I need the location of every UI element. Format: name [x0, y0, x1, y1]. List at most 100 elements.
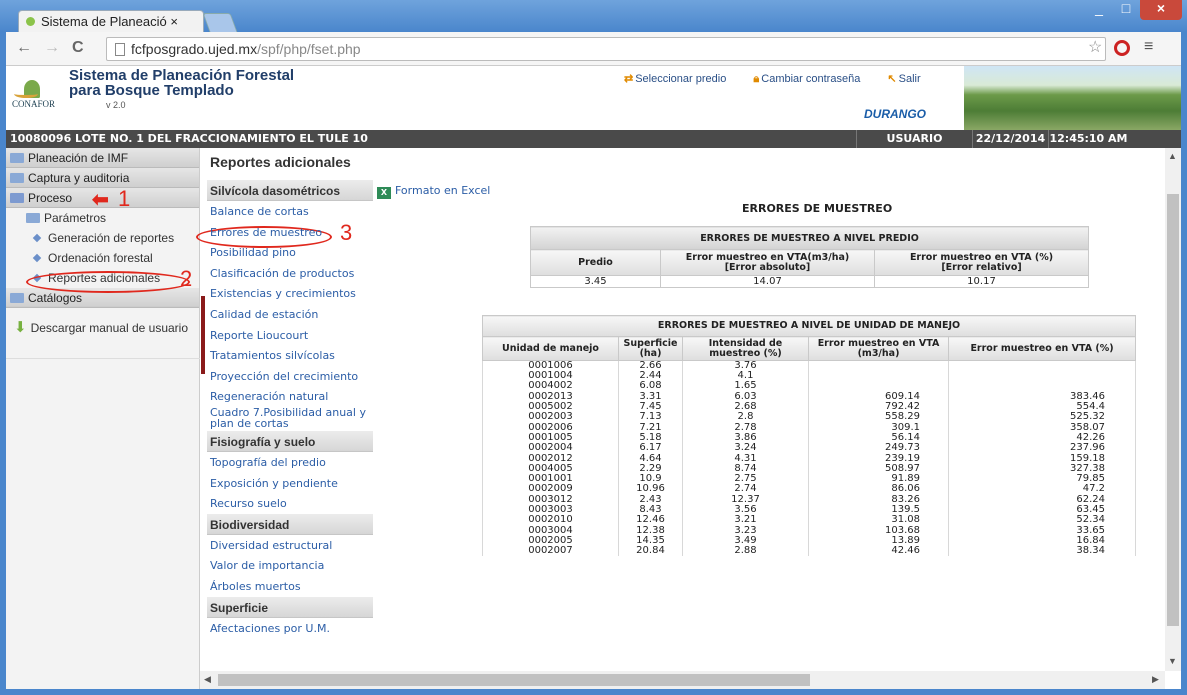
scroll-right-icon[interactable]: ▶ [1152, 674, 1159, 685]
scroll-up-icon[interactable]: ▲ [1168, 151, 1177, 161]
logo-text: CONAFOR [12, 99, 56, 109]
scroll-left-icon[interactable]: ◀ [204, 674, 211, 685]
app-title-line1: Sistema de Planeación Forestal [69, 67, 295, 84]
page: CONAFOR Sistema de Planeación Forestal p… [6, 66, 1181, 689]
table-row: 0001006 2.66 3.76 [482, 360, 1136, 371]
table-cell [808, 371, 949, 382]
change-password-link[interactable]: 🔒︎ Cambiar contraseña [753, 73, 872, 85]
table-cell: 6.17 [618, 443, 683, 454]
sidebar-group-planeacion[interactable]: Planeación de IMF [6, 148, 199, 168]
bookmark-star-icon[interactable]: ☆ [1088, 37, 1102, 57]
back-arrow-icon[interactable]: ← [16, 39, 32, 57]
nav-proyeccion[interactable]: Proyección del crecimiento [207, 366, 373, 387]
table-cell: 42.26 [948, 432, 1136, 444]
sidebar-item-generacion[interactable]: Generación de reportes [6, 228, 199, 248]
lote-label: 10080096 LOTE NO. 1 DEL FRACCIONAMIENTO … [10, 132, 368, 145]
download-manual-link[interactable]: ⬇ Descargar manual de usuario [14, 318, 188, 336]
nav-clasificacion-productos[interactable]: Clasificación de productos [207, 263, 373, 284]
minimize-button[interactable]: _ [1086, 0, 1112, 20]
nav-posibilidad-pino[interactable]: Posibilidad pino [207, 242, 373, 263]
horizontal-scroll-thumb[interactable] [218, 674, 810, 686]
nav-calidad-estacion[interactable]: Calidad de estación [207, 304, 373, 325]
url-input[interactable]: fcfposgrado.ujed.mx/spf/php/fset.php [106, 37, 1106, 61]
logout-link[interactable]: ↖ Salir [887, 73, 932, 85]
excel-export-link[interactable]: X Formato en Excel [377, 184, 490, 199]
col-header-error-m3: Error muestreo en VTA (m3/ha) [808, 336, 949, 361]
logout-label: Salir [898, 73, 921, 85]
table-cell [948, 360, 1136, 371]
favicon-icon [26, 17, 35, 26]
table-cell: 91.89 [808, 473, 949, 485]
sidebar-item-label: Generación de reportes [48, 231, 175, 245]
col-header-error-rel-line2: [Error relativo] [941, 261, 1022, 273]
lock-icon: 🔒︎ [753, 73, 760, 85]
sidebar-item-ordenacion[interactable]: Ordenación forestal [6, 248, 199, 268]
table-cell: 237.96 [948, 443, 1136, 454]
table-cell: 3.24 [682, 443, 809, 454]
nav-arboles-muertos[interactable]: Árboles muertos [207, 576, 373, 597]
col-header-predio: Predio [530, 249, 661, 276]
horizontal-scrollbar[interactable]: ◀ ▶ [200, 671, 1165, 689]
col-header-unidad: Unidad de manejo [482, 336, 619, 361]
nav-tratamientos[interactable]: Tratamientos silvícolas [207, 345, 373, 366]
nav-diversidad[interactable]: Diversidad estructural [207, 535, 373, 556]
nav-balance-cortas[interactable]: Balance de cortas [207, 201, 373, 222]
sidebar-group-captura[interactable]: Captura y auditoria [6, 168, 199, 188]
forest-banner-image [964, 66, 1181, 130]
table-cell: 63.45 [948, 504, 1136, 516]
info-bar: 10080096 LOTE NO. 1 DEL FRACCIONAMIENTO … [6, 130, 1181, 148]
maximize-button[interactable]: □ [1112, 0, 1140, 20]
nav-existencias[interactable]: Existencias y crecimientos [207, 283, 373, 304]
app-title: Sistema de Planeación Forestal para Bosq… [69, 68, 294, 98]
nav-topografia[interactable]: Topografía del predio [207, 452, 373, 473]
reload-icon[interactable]: C [72, 39, 84, 57]
forward-arrow-icon[interactable]: → [44, 39, 60, 57]
sidebar-item-label: Parámetros [44, 211, 107, 225]
table-row: 0005002 7.45 2.68 792.42 554.4 [482, 401, 1136, 413]
nav-exposicion[interactable]: Exposición y pendiente [207, 473, 373, 494]
close-window-button[interactable]: × [1140, 0, 1182, 20]
table-row: 0002005 14.35 3.49 13.89 16.84 [482, 535, 1136, 547]
table-cell: 52.34 [948, 515, 1136, 526]
opera-icon[interactable] [1114, 40, 1130, 56]
table-row: 0002010 12.46 3.21 31.08 52.34 [482, 515, 1136, 526]
nav-errores-muestreo[interactable]: Errores de muestreo [207, 222, 373, 243]
table-row: 0003004 12.38 3.23 103.68 33.65 [482, 525, 1136, 536]
menu-icon[interactable]: ≡ [1144, 38, 1153, 56]
col-header-error-pct: Error muestreo en VTA (%) [948, 336, 1136, 361]
table-row: 0002013 3.31 6.03 609.14 383.46 [482, 391, 1136, 402]
col-header-error-abs: Error muestreo en VTA(m3/ha) [Error absol… [660, 249, 875, 276]
nav-regeneracion[interactable]: Regeneración natural [207, 386, 373, 407]
table-cell: 327.38 [948, 463, 1136, 474]
vertical-scrollbar[interactable]: ▲ ▼ [1165, 148, 1181, 671]
url-path: /spf/php/fset.php [257, 41, 361, 57]
nav-recurso-suelo[interactable]: Recurso suelo [207, 493, 373, 514]
sidebar-divider [6, 358, 200, 359]
nav-afectaciones[interactable]: Afectaciones por U.M. [207, 618, 373, 639]
nav-section-fisiografia: Fisiografía y suelo [207, 430, 373, 452]
table-cell: 508.97 [808, 463, 949, 474]
table-cell: 383.46 [948, 391, 1136, 402]
vertical-scroll-thumb[interactable] [1167, 194, 1179, 626]
download-arrow-icon: ⬇ [14, 319, 27, 336]
sidebar-group-label: Captura y auditoria [28, 171, 130, 185]
nav-section-superficie: Superficie [207, 596, 373, 618]
table-row: 0002006 7.21 2.78 309.1 358.07 [482, 422, 1136, 433]
folder-icon [10, 293, 24, 303]
scroll-down-icon[interactable]: ▼ [1168, 656, 1177, 666]
annotation-number-1: 1 [118, 186, 131, 211]
select-predio-link[interactable]: ⇄ Seleccionar predio [624, 73, 738, 85]
table-row: 0002009 10.96 2.74 86.06 47.2 [482, 484, 1136, 495]
table-cell: 86.06 [808, 484, 949, 495]
table-row: 0001001 10.9 2.75 91.89 79.85 [482, 473, 1136, 485]
panel-resize-handle[interactable] [201, 296, 205, 374]
exit-icon: ↖ [887, 73, 897, 85]
swoosh-icon [14, 90, 38, 98]
nav-cuadro7[interactable]: Cuadro 7.Posibilidad anual y plan de cor… [207, 407, 373, 431]
nav-valor-importancia[interactable]: Valor de importancia [207, 555, 373, 576]
download-manual-label: Descargar manual de usuario [30, 321, 188, 335]
col-header-error-abs-line2: [Error absoluto] [724, 261, 811, 273]
table-cell: 554.4 [948, 401, 1136, 413]
browser-tab[interactable]: Sistema de Planeació × [18, 10, 204, 32]
nav-liocourt[interactable]: Reporte Lioucourt [207, 325, 373, 346]
